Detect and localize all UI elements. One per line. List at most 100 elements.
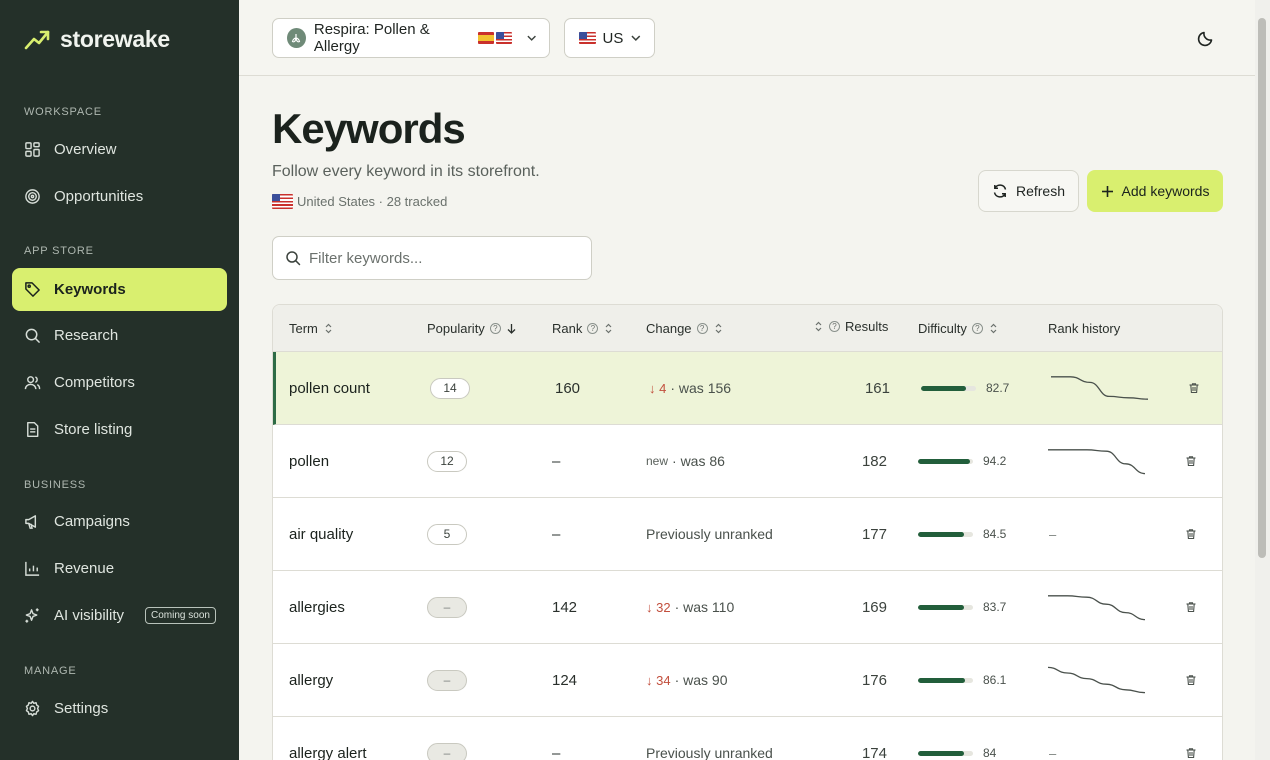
section-label-workspace: WORKSPACE xyxy=(24,106,102,118)
document-icon xyxy=(27,421,39,438)
column-header-rank[interactable]: Rank ? xyxy=(552,321,614,336)
rank-history-sparkline xyxy=(1051,352,1148,424)
change-text: · was 156 xyxy=(670,380,732,396)
trash-icon[interactable] xyxy=(1185,571,1199,643)
keyword-term[interactable]: pollen xyxy=(289,425,329,497)
change-cell: ↓ 32 · was 110 xyxy=(646,571,734,643)
column-header-change[interactable]: Change ? xyxy=(646,321,724,336)
rank-history-sparkline xyxy=(1048,644,1145,716)
table-row[interactable]: allergy alert – – Previously unranked 174 84 – xyxy=(273,717,1222,760)
sidebar-item-label: AI visibility xyxy=(54,607,125,624)
sidebar-item-competitors[interactable]: Competitors xyxy=(12,361,227,404)
difficulty-bar-fill xyxy=(918,677,965,683)
table-row[interactable]: allergies – 142 ↓ 32 · was 110 169 83.7 xyxy=(273,571,1222,644)
us-flag-icon xyxy=(495,32,512,44)
sidebar-item-overview[interactable]: Overview xyxy=(12,128,227,171)
refresh-label: Refresh xyxy=(1015,183,1066,199)
sidebar-item-store-listing[interactable]: Store listing xyxy=(12,408,227,451)
table-row[interactable]: air quality 5 – Previously unranked 177 84.5 – xyxy=(273,498,1222,571)
brand[interactable]: storewake xyxy=(24,26,170,53)
popularity-pill: 12 xyxy=(427,450,467,472)
sidebar: storewake WORKSPACE Overview Opportuniti… xyxy=(0,0,239,760)
country-selector[interactable]: US xyxy=(564,18,655,58)
table-row[interactable]: pollen 12 – new · was 86 182 94.2 xyxy=(273,425,1222,498)
difficulty-bar xyxy=(918,750,973,756)
trash-icon[interactable] xyxy=(1188,352,1202,424)
section-label-business: BUSINESS xyxy=(24,479,87,491)
column-label: Difficulty xyxy=(918,321,967,336)
column-header-popularity[interactable]: Popularity ? xyxy=(427,321,517,336)
rank-value: 124 xyxy=(552,671,578,689)
trash-icon[interactable] xyxy=(1185,717,1199,760)
column-header-results[interactable]: ? Results xyxy=(813,319,888,334)
popularity-pill: 5 xyxy=(427,523,467,545)
help-icon[interactable]: ? xyxy=(587,323,599,334)
sidebar-item-label: Settings xyxy=(54,700,109,717)
sidebar-item-campaigns[interactable]: Campaigns xyxy=(12,500,227,543)
change-cell: Previously unranked xyxy=(646,717,773,760)
popularity-cell: 12 xyxy=(427,425,467,497)
sidebar-item-research[interactable]: Research xyxy=(12,314,227,357)
difficulty-bar-fill xyxy=(918,531,964,537)
keyword-term[interactable]: allergy xyxy=(289,644,333,716)
help-icon[interactable]: ? xyxy=(696,323,708,334)
rank-value: – xyxy=(552,525,561,543)
column-label: Term xyxy=(289,321,318,336)
sidebar-item-ai-visibility[interactable]: AI visibility Coming soon xyxy=(12,594,227,637)
change-delta: 32 xyxy=(656,599,671,615)
difficulty-value: 84 xyxy=(983,746,997,760)
add-keywords-button[interactable]: Add keywords xyxy=(1087,170,1223,212)
sidebar-item-settings[interactable]: Settings xyxy=(12,687,227,730)
keyword-term[interactable]: allergies xyxy=(289,571,345,643)
keyword-term[interactable]: allergy alert xyxy=(289,717,367,760)
sort-icon xyxy=(815,321,822,332)
keyword-term[interactable]: air quality xyxy=(289,498,353,570)
us-flag-icon xyxy=(579,32,596,44)
change-text: · was 110 xyxy=(674,599,735,615)
sidebar-item-keywords[interactable]: Keywords xyxy=(12,268,227,311)
filter-input[interactable] xyxy=(309,249,579,267)
sidebar-item-revenue[interactable]: Revenue xyxy=(12,547,227,590)
difficulty-cell: 94.2 xyxy=(918,425,1006,497)
app-selector[interactable]: Respira: Pollen & Allergy xyxy=(272,18,550,58)
popularity-pill: – xyxy=(427,742,467,760)
trash-icon[interactable] xyxy=(1185,644,1199,716)
column-header-term[interactable]: Term xyxy=(289,321,334,336)
popularity-cell: 5 xyxy=(427,498,467,570)
moon-icon[interactable] xyxy=(1197,29,1215,47)
change-delta: 34 xyxy=(656,672,671,688)
scrollbar-thumb[interactable] xyxy=(1258,18,1266,558)
sidebar-item-label: Store listing xyxy=(54,421,133,438)
keyword-term[interactable]: pollen count xyxy=(289,352,370,424)
trash-icon[interactable] xyxy=(1185,425,1199,497)
sidebar-item-opportunities[interactable]: Opportunities xyxy=(12,175,227,218)
rank-history-empty: – xyxy=(1049,526,1057,542)
country-code: US xyxy=(602,29,624,47)
column-header-difficulty[interactable]: Difficulty ? xyxy=(918,321,999,336)
difficulty-bar-fill xyxy=(918,458,970,464)
rank-history-empty: – xyxy=(1049,745,1057,760)
chevron-down-icon xyxy=(527,35,536,41)
search-icon xyxy=(286,251,301,266)
difficulty-value: 94.2 xyxy=(983,454,1007,468)
change-cell: Previously unranked xyxy=(646,498,773,570)
help-icon[interactable]: ? xyxy=(489,323,501,334)
table-row[interactable]: allergy – 124 ↓ 34 · was 90 176 86.1 xyxy=(273,644,1222,717)
table-row[interactable]: pollen count 14 160 ↓ 4 · was 156 161 82.7 xyxy=(273,352,1222,425)
help-icon[interactable]: ? xyxy=(971,323,983,334)
change-text: · was 86 xyxy=(672,453,725,469)
tracking-meta-text: United States · 28 tracked xyxy=(297,194,448,209)
trash-icon[interactable] xyxy=(1185,498,1199,570)
tag-icon xyxy=(25,282,40,297)
rank-drop-indicator: ↓ 34 xyxy=(646,672,671,688)
popularity-cell: – xyxy=(427,717,467,760)
topbar: Respira: Pollen & Allergy US xyxy=(239,0,1255,76)
app-name: Respira: Pollen & Allergy xyxy=(313,21,430,55)
change-cell: ↓ 34 · was 90 xyxy=(646,644,728,716)
popularity-pill: 14 xyxy=(430,377,470,399)
refresh-button[interactable]: Refresh xyxy=(978,170,1079,212)
popularity-cell: 14 xyxy=(430,352,470,424)
trending-up-icon xyxy=(24,30,50,49)
results-value: 176 xyxy=(861,671,887,689)
help-icon[interactable]: ? xyxy=(829,321,840,332)
